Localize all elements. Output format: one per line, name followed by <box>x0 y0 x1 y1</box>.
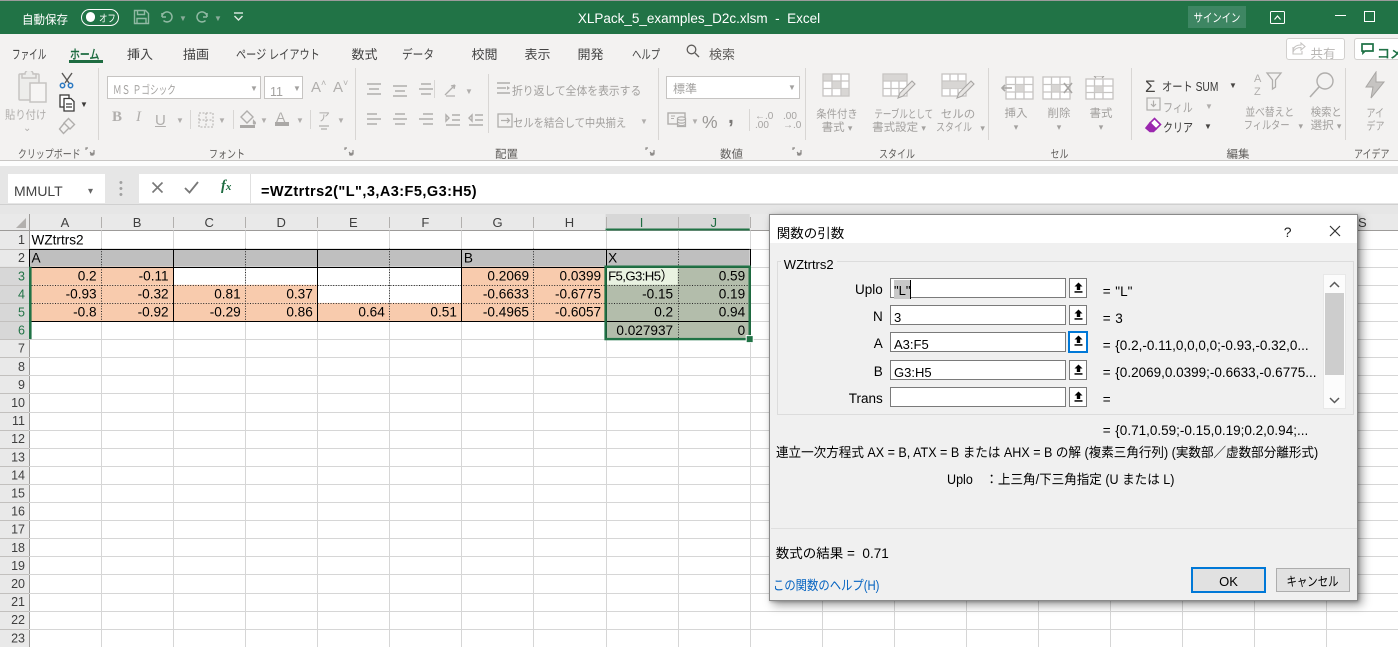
svg-text:0.51: 0.51 <box>430 305 456 320</box>
svg-text:-0.29: -0.29 <box>210 305 241 320</box>
svg-text:E: E <box>349 215 358 230</box>
svg-text:0.81: 0.81 <box>214 287 240 302</box>
svg-text:23: 23 <box>11 631 25 645</box>
svg-text:-0.4965: -0.4965 <box>483 305 529 320</box>
svg-text:0.2: 0.2 <box>654 305 673 320</box>
svg-text:0.37: 0.37 <box>286 287 312 302</box>
svg-text:7: 7 <box>18 342 25 356</box>
svg-text:19: 19 <box>11 559 25 573</box>
svg-text:A: A <box>32 250 42 265</box>
svg-text:J: J <box>710 215 717 230</box>
svg-text:-0.15: -0.15 <box>642 287 673 302</box>
svg-text:A: A <box>1254 73 1262 85</box>
svg-text:13: 13 <box>11 450 25 464</box>
svg-text:D: D <box>277 215 286 230</box>
svg-text:-0.6057: -0.6057 <box>555 305 601 320</box>
svg-text:0.59: 0.59 <box>719 269 745 284</box>
svg-text:3: 3 <box>18 269 25 283</box>
svg-text:S: S <box>1358 215 1367 230</box>
svg-text:2: 2 <box>18 251 25 265</box>
svg-text:15: 15 <box>11 487 25 501</box>
svg-text:22: 22 <box>11 613 25 627</box>
svg-text:Z: Z <box>1254 86 1261 98</box>
svg-text:C: C <box>205 215 214 230</box>
svg-text:16: 16 <box>11 505 25 519</box>
svg-text:A: A <box>61 215 70 230</box>
svg-text:B: B <box>464 250 473 265</box>
svg-text:F: F <box>421 215 429 230</box>
svg-text:4: 4 <box>18 287 25 301</box>
svg-text:6: 6 <box>18 324 25 338</box>
svg-text:18: 18 <box>11 541 25 555</box>
svg-text:-0.11: -0.11 <box>139 269 169 284</box>
svg-text:0.027937: 0.027937 <box>616 323 673 338</box>
svg-text:-0.93: -0.93 <box>66 287 97 302</box>
svg-text:11: 11 <box>12 414 25 428</box>
svg-text:9: 9 <box>18 378 25 392</box>
svg-text:-0.92: -0.92 <box>138 305 169 320</box>
svg-text:5: 5 <box>18 306 25 320</box>
svg-text:-0.6775: -0.6775 <box>555 287 601 302</box>
svg-text:G: G <box>492 215 502 230</box>
svg-text:I: I <box>640 215 644 230</box>
svg-text:0: 0 <box>738 323 746 338</box>
svg-text:0.19: 0.19 <box>719 287 745 302</box>
svg-text:0.64: 0.64 <box>358 305 385 320</box>
svg-text:20: 20 <box>11 577 25 591</box>
svg-text:-0.32: -0.32 <box>138 287 169 302</box>
svg-text:0.94: 0.94 <box>719 305 746 320</box>
svg-text:F5,G3:H5）: F5,G3:H5） <box>608 266 673 285</box>
svg-text:0.0399: 0.0399 <box>560 269 602 284</box>
svg-text:14: 14 <box>11 468 25 482</box>
svg-text:-0.6633: -0.6633 <box>483 287 529 302</box>
svg-text:B: B <box>133 215 142 230</box>
svg-text:21: 21 <box>11 595 25 609</box>
svg-text:12: 12 <box>11 432 25 446</box>
svg-text:17: 17 <box>11 523 25 537</box>
svg-text:8: 8 <box>18 360 25 374</box>
svg-text:WZtrtrs2: WZtrtrs2 <box>32 232 84 247</box>
svg-text:0.86: 0.86 <box>286 305 312 320</box>
svg-text:1: 1 <box>18 233 25 247</box>
svg-text:0.2069: 0.2069 <box>487 269 529 284</box>
svg-text:-0.8: -0.8 <box>73 305 96 320</box>
svg-text:X: X <box>608 250 617 265</box>
svg-text:0.2: 0.2 <box>78 269 97 284</box>
svg-text:10: 10 <box>11 396 25 410</box>
svg-text:H: H <box>565 215 574 230</box>
